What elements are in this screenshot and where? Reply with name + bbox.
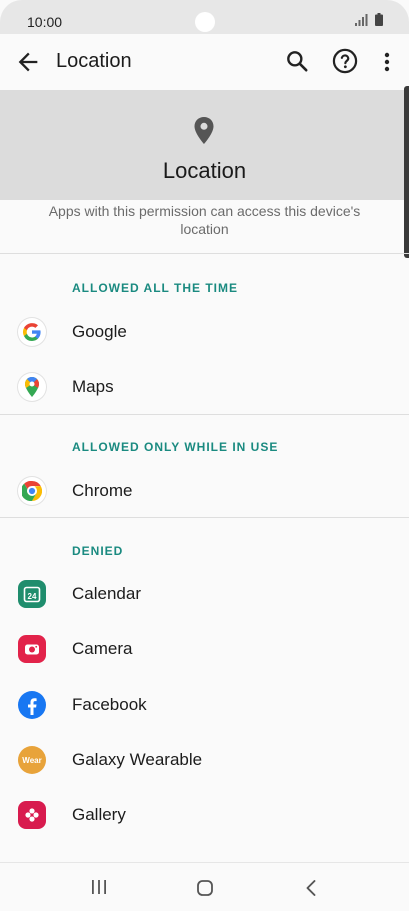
status-time: 10:00 — [27, 14, 63, 30]
signal-icon — [355, 13, 368, 26]
permission-title: Location — [162, 158, 247, 183]
location-pin-icon — [194, 117, 214, 144]
permission-description: Apps with this permission can access thi… — [48, 203, 361, 237]
app-row-chrome[interactable]: Chrome — [0, 466, 409, 516]
app-bar: Location — [0, 34, 409, 90]
navigation-bar — [0, 862, 409, 911]
back-arrow-icon[interactable] — [14, 48, 42, 76]
battery-icon — [375, 13, 383, 26]
gallery-icon — [18, 801, 46, 829]
app-name: Maps — [72, 377, 114, 396]
status-icons — [355, 13, 383, 26]
chrome-icon — [18, 477, 46, 505]
divider — [0, 414, 409, 415]
section-header-allowed-while-in-use: ALLOWED ONLY WHILE IN USE — [72, 440, 279, 454]
app-name: Galaxy Wearable — [72, 750, 203, 769]
status-bar: 10:00 — [0, 0, 409, 34]
page-title: Location — [56, 50, 132, 72]
app-row-facebook[interactable]: Facebook — [0, 680, 409, 730]
camera-icon — [18, 635, 46, 663]
google-icon — [18, 318, 46, 346]
app-row-camera[interactable]: Camera — [0, 624, 409, 674]
wearable-icon: Wear — [18, 746, 46, 774]
more-options-icon[interactable] — [377, 48, 397, 76]
home-icon[interactable] — [196, 879, 214, 897]
help-icon[interactable] — [331, 47, 359, 75]
app-row-gallery[interactable]: Gallery — [0, 790, 409, 840]
back-nav-icon[interactable] — [304, 879, 318, 897]
app-name: Calendar — [72, 584, 141, 603]
divider — [0, 253, 409, 254]
app-name: Facebook — [72, 695, 147, 714]
app-name: Camera — [72, 639, 133, 658]
recent-apps-icon[interactable] — [90, 879, 108, 895]
app-row-google[interactable]: Google — [0, 307, 409, 357]
app-row-galaxy-wearable[interactable]: Wear Galaxy Wearable — [0, 735, 409, 785]
wearable-logo-text: Wear — [22, 755, 42, 765]
calendar-icon: 24 — [18, 580, 46, 608]
divider — [0, 517, 409, 518]
section-header-allowed-all-time: ALLOWED ALL THE TIME — [72, 281, 238, 295]
scrollbar[interactable] — [404, 86, 409, 258]
app-row-maps[interactable]: Maps — [0, 362, 409, 412]
section-header-denied: DENIED — [72, 544, 124, 558]
camera-cutout — [195, 12, 215, 32]
permission-header: Location — [0, 90, 409, 200]
search-icon[interactable] — [284, 48, 310, 74]
facebook-icon — [18, 691, 46, 719]
calendar-day: 24 — [28, 592, 37, 601]
app-name: Gallery — [72, 805, 126, 824]
app-name: Chrome — [72, 481, 133, 500]
app-row-calendar[interactable]: 24 Calendar — [0, 569, 409, 619]
app-name: Google — [72, 322, 127, 341]
maps-icon — [18, 373, 46, 401]
